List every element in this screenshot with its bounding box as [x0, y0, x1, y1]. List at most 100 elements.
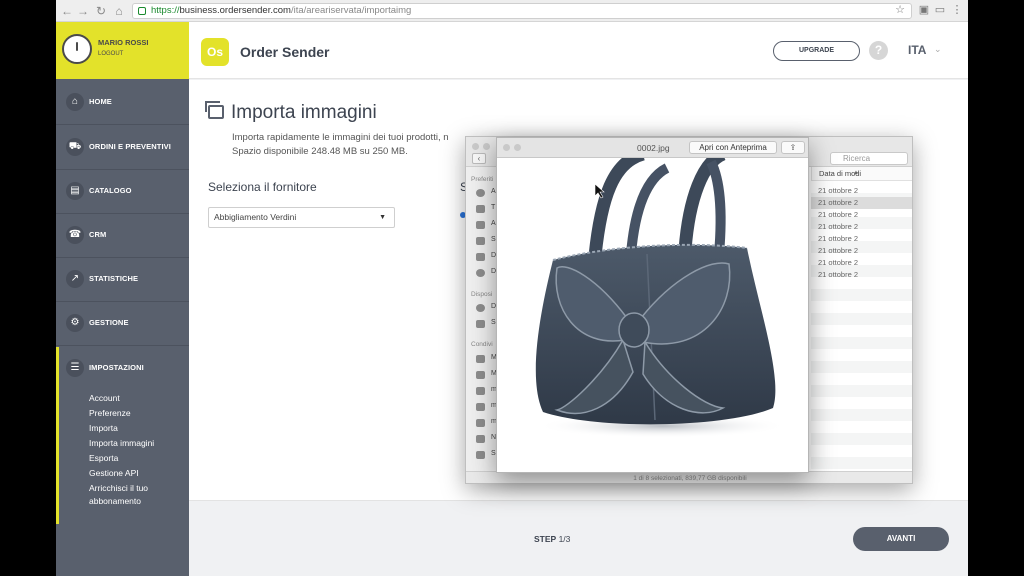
- logout-link[interactable]: LOGOUT: [98, 51, 123, 57]
- row-stripe: [811, 433, 912, 445]
- supplier-select[interactable]: Abbigliamento Verdini ▼: [208, 207, 395, 228]
- denim-handbag-image: [535, 147, 787, 438]
- logo[interactable]: Os: [201, 38, 229, 66]
- disk-icon[interactable]: [476, 304, 485, 312]
- shared-heading: Condivi: [471, 341, 493, 348]
- file-date[interactable]: 21 ottobre 2: [811, 233, 912, 245]
- caret-down-icon: ▼: [379, 214, 386, 221]
- row-stripe: [811, 457, 912, 469]
- sort-arrow-icon[interactable]: ▲: [853, 170, 859, 176]
- forward-icon[interactable]: →: [76, 3, 90, 19]
- sidebar-entry: A: [491, 220, 496, 227]
- sidebar-entry: S: [491, 236, 496, 243]
- home-browser-icon[interactable]: ⌂: [112, 3, 126, 19]
- sidebar-item-label: HOME: [89, 97, 112, 106]
- images-icon: [205, 101, 224, 119]
- help-icon[interactable]: ?: [869, 41, 888, 60]
- favorites-heading: Preferiti: [471, 176, 494, 183]
- computer-icon[interactable]: [476, 435, 485, 443]
- monitor-icon[interactable]: [476, 387, 485, 395]
- applications-icon[interactable]: [476, 189, 485, 197]
- row-stripe: [811, 289, 912, 301]
- preview-filename: 0002.jpg: [637, 143, 670, 153]
- row-stripe: [811, 385, 912, 397]
- search-placeholder: Ricerca: [843, 154, 871, 163]
- sidebar-item-ordini[interactable]: ⛟ ORDINI E PREVENTIVI: [56, 126, 189, 170]
- chevron-down-icon[interactable]: ⌄: [934, 44, 942, 55]
- gear-icon: ⚙: [66, 314, 84, 332]
- address-bar[interactable]: https://business.ordersender.com/ita/are…: [132, 3, 912, 19]
- sidebar-entry: S: [491, 319, 496, 326]
- drive-icon[interactable]: [476, 320, 485, 328]
- storage-info: Spazio disponibile 248.48 MB su 250 MB.: [232, 146, 408, 157]
- language-selector[interactable]: ITA: [908, 43, 926, 57]
- avatar[interactable]: [62, 34, 92, 64]
- wizard-footer: STEP 1/3 AVANTI: [189, 500, 968, 576]
- file-date[interactable]: 21 ottobre 2: [811, 185, 912, 197]
- minimize-window-icon[interactable]: [483, 143, 490, 150]
- fullscreen-icon[interactable]: [514, 144, 521, 151]
- submenu-account[interactable]: Account: [89, 393, 120, 403]
- computer-icon[interactable]: [476, 355, 485, 363]
- sidebar-item-impostazioni[interactable]: ☰ IMPOSTAZIONI Account Preferenze Import…: [56, 347, 189, 524]
- file-date[interactable]: 21 ottobre 2: [811, 257, 912, 269]
- desktop-icon[interactable]: [476, 237, 485, 245]
- close-window-icon[interactable]: [472, 143, 479, 150]
- row-stripe: [811, 409, 912, 421]
- open-with-preview-button[interactable]: Apri con Anteprima: [689, 141, 777, 154]
- cast-icon[interactable]: ▭: [934, 4, 946, 17]
- documents-icon[interactable]: [476, 253, 485, 261]
- upgrade-button[interactable]: UPGRADE: [773, 41, 860, 61]
- computer-icon[interactable]: [476, 371, 485, 379]
- submenu-preferenze[interactable]: Preferenze: [89, 408, 131, 418]
- home-icon: ⌂: [66, 93, 84, 111]
- extension-icon[interactable]: ▣: [918, 4, 930, 17]
- lock-icon: [138, 7, 146, 15]
- sidebar-item-crm[interactable]: ☎ CRM: [56, 214, 189, 258]
- chart-icon: ↗: [66, 270, 84, 288]
- submenu-esporta[interactable]: Esporta: [89, 453, 118, 463]
- sidebar-item-statistiche[interactable]: ↗ STATISTICHE: [56, 258, 189, 302]
- devices-heading: Disposi: [471, 291, 493, 298]
- supplier-label: Seleziona il fornitore: [208, 180, 317, 194]
- next-button[interactable]: AVANTI: [853, 527, 949, 551]
- file-date[interactable]: 21 ottobre 2: [811, 269, 912, 281]
- star-icon[interactable]: ☆: [894, 4, 906, 17]
- sidebar-entry: A: [491, 188, 496, 195]
- back-icon[interactable]: ‹: [472, 153, 486, 164]
- file-date[interactable]: 21 ottobre 2: [811, 221, 912, 233]
- file-date[interactable]: 21 ottobre 2: [811, 245, 912, 257]
- preview-image-area: [497, 147, 808, 472]
- apps-icon[interactable]: [476, 221, 485, 229]
- server-icon[interactable]: [476, 451, 485, 459]
- downloads-icon[interactable]: [476, 269, 485, 277]
- row-stripe: [811, 337, 912, 349]
- preview-titlebar: 0002.jpg Apri con Anteprima ⇪: [497, 138, 808, 158]
- back-icon[interactable]: ←: [60, 3, 74, 19]
- file-date-selected[interactable]: 21 ottobre 2: [811, 197, 912, 209]
- submenu-abbonamento[interactable]: abbonamento: [89, 496, 141, 506]
- folder-icon[interactable]: [476, 205, 485, 213]
- submenu-gestione-api[interactable]: Gestione API: [89, 468, 139, 478]
- menu-dots-icon[interactable]: ⋮: [951, 4, 963, 17]
- submenu-importa-immagini[interactable]: Importa immagini: [89, 438, 154, 448]
- row-stripe: [811, 361, 912, 373]
- date-column-header[interactable]: Data di modi: [811, 167, 912, 181]
- sidebar: MARIO ROSSI LOGOUT ⌂ HOME ⛟ ORDINI E PRE…: [56, 22, 189, 576]
- monitor-icon[interactable]: [476, 403, 485, 411]
- file-date[interactable]: 21 ottobre 2: [811, 209, 912, 221]
- cart-icon: ⛟: [66, 138, 84, 156]
- submenu-importa[interactable]: Importa: [89, 423, 118, 433]
- sidebar-item-gestione[interactable]: ⚙ GESTIONE: [56, 302, 189, 346]
- monitor-icon[interactable]: [476, 419, 485, 427]
- submenu-arricchisci[interactable]: Arricchisci il tuo: [89, 483, 148, 493]
- reload-icon[interactable]: ↻: [94, 3, 108, 19]
- sidebar-item-catalogo[interactable]: ▤ CATALOGO: [56, 170, 189, 214]
- search-input[interactable]: Ricerca: [830, 152, 908, 165]
- supplier-select-value: Abbigliamento Verdini: [214, 212, 297, 222]
- user-panel: MARIO ROSSI LOGOUT: [56, 22, 189, 79]
- sliders-icon: ☰: [66, 359, 84, 377]
- share-icon[interactable]: ⇪: [781, 141, 805, 154]
- sidebar-item-home[interactable]: ⌂ HOME: [56, 81, 189, 125]
- close-preview-icon[interactable]: [503, 144, 510, 151]
